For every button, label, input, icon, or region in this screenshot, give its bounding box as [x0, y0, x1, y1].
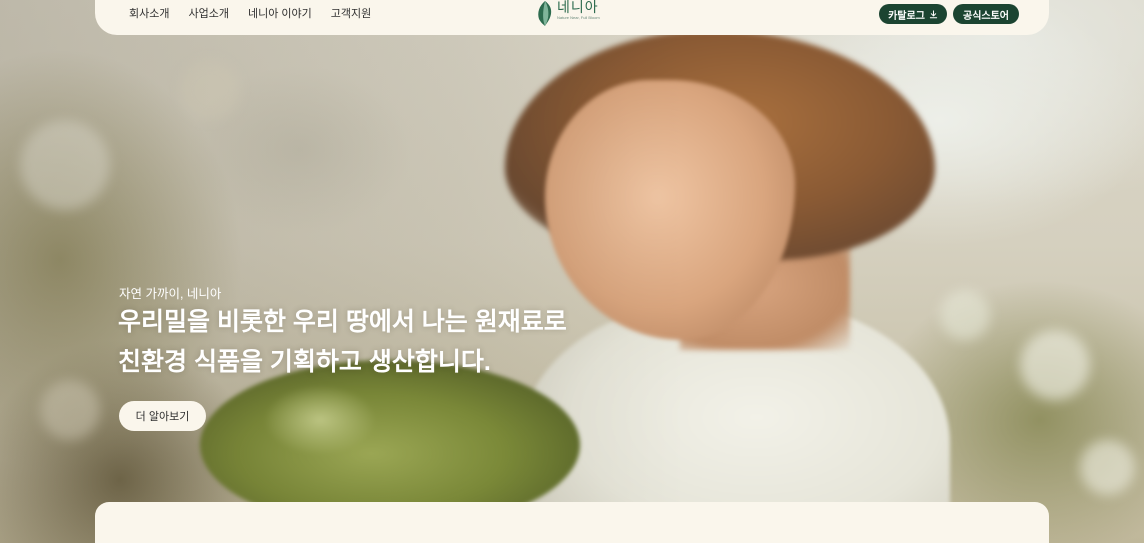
leaf-logo-icon — [538, 1, 552, 26]
nav-links: 회사소개 사업소개 네니아 이야기 고객지원 — [129, 5, 371, 21]
brand-logo[interactable]: 네니아 Nature Near, Full Bloom — [537, 0, 600, 27]
logo-tagline: Nature Near, Full Bloom — [557, 15, 600, 20]
hero-eyebrow: 자연 가까이, 네니아 — [119, 287, 222, 301]
content-panel — [95, 502, 1049, 543]
top-navigation: 회사소개 사업소개 네니아 이야기 고객지원 네니아 Nature Near, … — [95, 0, 1049, 35]
hero-headline: 우리밀을 비롯한 우리 땅에서 나는 원재료로 친환경 식품을 기획하고 생산합… — [118, 302, 567, 382]
nav-link-story[interactable]: 네니아 이야기 — [248, 5, 312, 21]
nav-link-support[interactable]: 고객지원 — [331, 5, 371, 21]
nav-link-business[interactable]: 사업소개 — [188, 5, 228, 21]
catalog-button-label: 카탈로그 — [888, 10, 925, 22]
download-icon — [929, 9, 938, 18]
official-store-label: 공식스토어 — [963, 10, 1009, 22]
learn-more-button[interactable]: 더 알아보기 — [119, 401, 206, 431]
catalog-button[interactable]: 카탈로그 — [879, 4, 947, 24]
logo-name: 네니아 — [557, 0, 599, 15]
hero-headline-line2: 친환경 식품을 기획하고 생산합니다. — [118, 348, 491, 376]
learn-more-label: 더 알아보기 — [135, 411, 190, 423]
official-store-button[interactable]: 공식스토어 — [953, 4, 1019, 24]
nav-link-company[interactable]: 회사소개 — [129, 5, 169, 21]
hero-headline-line1: 우리밀을 비롯한 우리 땅에서 나는 원재료로 — [118, 308, 567, 336]
hero-image — [0, 0, 1144, 543]
